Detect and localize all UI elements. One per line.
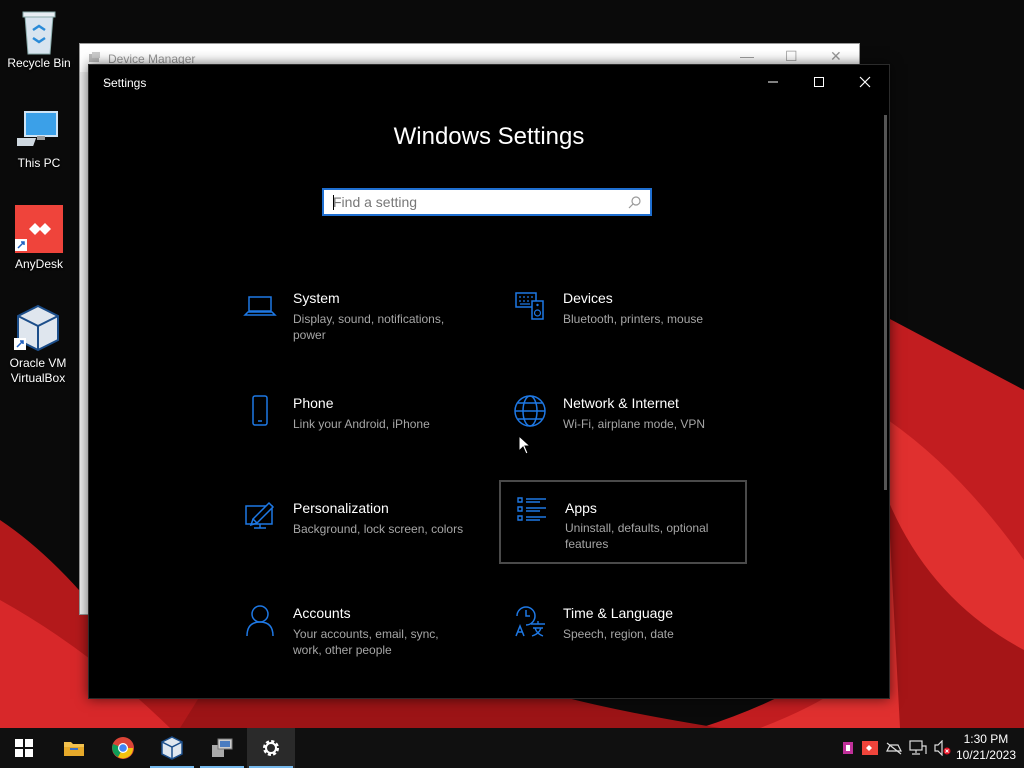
clock-date: 10/21/2023 xyxy=(955,748,1016,762)
desktop-icon-anydesk[interactable]: AnyDesk xyxy=(1,205,77,272)
settings-tile-devices[interactable]: Devices Bluetooth, printers, mouse xyxy=(499,283,747,367)
taskbar-settings[interactable] xyxy=(247,728,295,768)
settings-tile-accounts[interactable]: Accounts Your accounts, email, sync, wor… xyxy=(229,598,477,682)
tile-name: Devices xyxy=(563,290,613,306)
computer-icon xyxy=(5,108,61,152)
tile-name: Accounts xyxy=(293,605,351,621)
tile-description: Background, lock screen, colors xyxy=(293,522,464,536)
desktop-icon-this-pc[interactable]: This PC xyxy=(1,108,77,171)
chrome-icon xyxy=(112,737,134,759)
gear-icon xyxy=(263,740,279,756)
page-title: Windows Settings xyxy=(393,123,585,150)
taskbar-virtualbox[interactable] xyxy=(148,728,196,768)
desktop-icon-recycle-bin[interactable]: Recycle Bin xyxy=(1,8,77,71)
start-button[interactable] xyxy=(0,728,48,768)
desktop-icon-label: This PC xyxy=(17,156,61,170)
settings-tile-time-language[interactable]: Time & Language Speech, region, date xyxy=(499,598,747,682)
tile-name: Personalization xyxy=(293,500,389,516)
tile-name: System xyxy=(293,290,340,306)
taskbar-clock[interactable]: 1:30 PM 10/21/2023 xyxy=(956,731,1016,763)
device-manager-icon xyxy=(212,738,233,757)
tile-name: Phone xyxy=(293,395,334,411)
settings-tile-system[interactable]: System Display, sound, notifications, po… xyxy=(229,283,477,367)
tile-name: Apps xyxy=(565,500,597,516)
network-icon[interactable] xyxy=(906,740,930,756)
virtualbox-icon xyxy=(14,304,62,352)
phone-icon xyxy=(243,394,277,428)
folder-icon xyxy=(64,742,84,756)
paint-monitor-icon xyxy=(243,499,277,533)
settings-tile-network[interactable]: Network & Internet Wi-Fi, airplane mode,… xyxy=(499,388,747,472)
settings-window[interactable]: ← Settings Windows Settings System Displ… xyxy=(88,64,890,699)
desktop-icon-label: Oracle VM VirtualBox xyxy=(9,356,67,385)
tile-description: Wi-Fi, airplane mode, VPN xyxy=(563,417,706,431)
minimize-button[interactable]: — xyxy=(740,48,754,64)
desktop-icon-virtualbox[interactable]: Oracle VM VirtualBox xyxy=(0,304,76,386)
close-button[interactable] xyxy=(842,65,888,99)
virtualbox-icon xyxy=(161,736,183,760)
mouse-cursor-icon xyxy=(518,434,532,460)
globe-icon xyxy=(513,394,547,428)
taskbar-chrome[interactable] xyxy=(99,728,147,768)
tile-description: Bluetooth, printers, mouse xyxy=(563,312,704,326)
taskbar: 1:30 PM 10/21/2023 xyxy=(0,728,1024,768)
minimize-button[interactable] xyxy=(750,65,796,99)
tile-description: Speech, region, date xyxy=(563,627,674,641)
tile-description: Your accounts, email, sync, work, other … xyxy=(293,627,439,657)
window-title: Settings xyxy=(103,76,147,90)
settings-tile-phone[interactable]: Phone Link your Android, iPhone xyxy=(229,388,477,472)
settings-tile-personalization[interactable]: Personalization Background, lock screen,… xyxy=(229,493,477,577)
maximize-icon xyxy=(814,77,824,87)
anydesk-tray-icon[interactable] xyxy=(858,741,882,755)
keyboard-speaker-icon xyxy=(513,289,547,323)
person-icon xyxy=(243,604,277,638)
search-box[interactable] xyxy=(322,188,652,216)
desktop-icon-label: Recycle Bin xyxy=(7,56,71,70)
windows-start-icon xyxy=(15,739,33,757)
clock-time: 1:30 PM xyxy=(963,732,1009,746)
tile-name: Network & Internet xyxy=(563,395,679,411)
volume-muted-icon[interactable] xyxy=(930,740,954,756)
time-language-icon xyxy=(513,604,547,638)
scrollbar[interactable] xyxy=(884,115,887,490)
close-icon xyxy=(859,76,871,88)
close-button[interactable]: ✕ xyxy=(830,48,842,65)
settings-tile-apps[interactable]: Apps Uninstall, defaults, optional featu… xyxy=(499,480,747,564)
laptop-icon xyxy=(243,289,277,323)
anydesk-icon xyxy=(15,205,63,253)
recycle-bin-icon xyxy=(17,8,61,55)
network-offline-icon[interactable] xyxy=(882,741,906,755)
settings-titlebar[interactable]: ← Settings xyxy=(89,65,889,99)
search-icon[interactable] xyxy=(628,195,642,214)
desktop-icon-label: AnyDesk xyxy=(14,257,64,271)
text-caret xyxy=(333,195,334,210)
app-tray-icon[interactable] xyxy=(838,741,858,755)
maximize-button[interactable]: ☐ xyxy=(785,48,798,65)
system-tray xyxy=(838,728,954,768)
taskbar-device-manager[interactable] xyxy=(198,728,246,768)
tile-description: Link your Android, iPhone xyxy=(293,417,430,431)
tile-description: Display, sound, notifications, power xyxy=(293,312,445,342)
taskbar-file-explorer[interactable] xyxy=(50,728,98,768)
tile-description: Uninstall, defaults, optional features xyxy=(565,521,709,551)
minimize-icon xyxy=(768,81,778,83)
apps-list-icon xyxy=(515,494,549,528)
search-input[interactable] xyxy=(324,190,623,214)
maximize-button[interactable] xyxy=(796,65,842,99)
tile-name: Time & Language xyxy=(563,605,673,621)
